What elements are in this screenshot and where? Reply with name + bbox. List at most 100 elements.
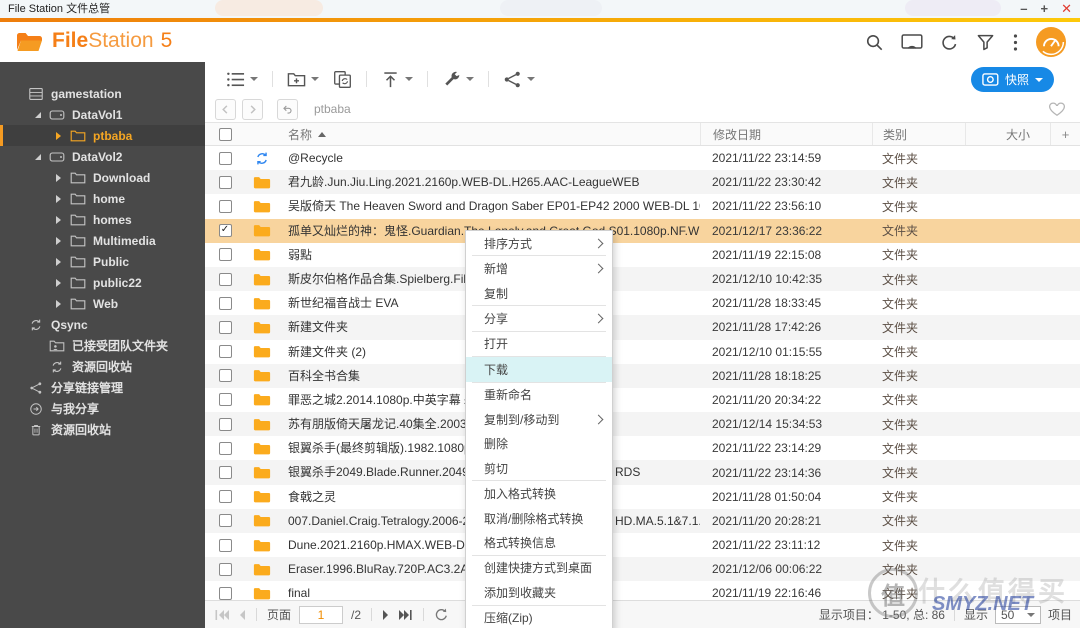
table-row[interactable]: Eraser.1996.BluRay.720P.AC3.2Audio.x26 20… (205, 557, 1080, 582)
row-checkbox[interactable] (218, 514, 232, 528)
tree-expanded-icon[interactable] (33, 112, 42, 118)
column-header-type[interactable]: 类别 (872, 123, 965, 145)
row-checkbox[interactable] (218, 538, 232, 552)
context-menu-item-transcode-info[interactable]: 格式转换信息 (466, 530, 612, 554)
tree-expanded-icon[interactable] (33, 154, 42, 160)
next-page-button[interactable] (382, 609, 390, 621)
search-icon[interactable] (865, 33, 884, 52)
tree-collapsed-icon[interactable] (54, 195, 63, 203)
row-checkbox[interactable] (218, 417, 232, 431)
create-folder-button[interactable] (280, 62, 326, 96)
sidebar-item-multimedia[interactable]: Multimedia (0, 230, 205, 251)
previous-page-button[interactable] (238, 609, 246, 621)
user-avatar-dashboard-icon[interactable] (1036, 27, 1066, 57)
select-all-checkbox[interactable] (205, 123, 245, 145)
sidebar-item-qsync-team-folders[interactable]: 已接受团队文件夹 (0, 335, 205, 356)
minimize-button[interactable]: – (1020, 0, 1027, 18)
row-checkbox[interactable] (218, 586, 232, 600)
context-menu-item-copy-move-to[interactable]: 复制到/移动到 (466, 407, 612, 431)
tree-collapsed-icon[interactable] (54, 300, 63, 308)
table-row[interactable]: @Recycle 2021/11/22 23:14:59 文件夹 (205, 146, 1080, 170)
row-checkbox[interactable] (218, 441, 232, 455)
row-checkbox[interactable] (218, 369, 232, 383)
list-view-button[interactable] (219, 62, 265, 96)
context-menu-item-share[interactable]: 分享 (466, 306, 612, 330)
row-checkbox[interactable] (218, 466, 232, 480)
column-header-name[interactable]: 名称 (285, 123, 700, 145)
page-number-input[interactable] (299, 605, 344, 624)
maximize-button[interactable]: + (1041, 0, 1049, 18)
tree-collapsed-icon[interactable] (54, 258, 63, 266)
context-menu-item-rename[interactable]: 重新命名 (466, 383, 612, 407)
table-row[interactable]: 银翼杀手(最终剪辑版).1982.1080p.国英双 2021/11/22 23:… (205, 436, 1080, 460)
favorite-heart-icon[interactable] (1048, 100, 1066, 117)
row-checkbox[interactable] (218, 393, 232, 407)
refresh-list-button[interactable] (434, 607, 449, 622)
tree-collapsed-icon[interactable] (54, 216, 63, 224)
table-row[interactable]: 新建文件夹 (2) 2021/12/10 01:15:55 文件夹 (205, 340, 1080, 364)
context-menu-item-cancel-delete-transcode[interactable]: 取消/删除格式转换 (466, 506, 612, 530)
sidebar-item-public[interactable]: Public (0, 251, 205, 272)
row-checkbox[interactable] (218, 199, 232, 213)
row-checkbox[interactable] (218, 320, 232, 334)
table-row[interactable]: 食戟之灵 2021/11/28 01:50:04 文件夹 (205, 485, 1080, 509)
row-checkbox[interactable] (218, 175, 232, 189)
row-checkbox[interactable] (218, 151, 232, 165)
table-row[interactable]: 银翼杀手2049.Blade.Runner.2049.2017.B RDS 2021… (205, 460, 1080, 485)
sidebar-item-ptbaba[interactable]: ptbaba (0, 125, 205, 146)
context-menu-item-compress-zip[interactable]: 压缩(Zip) (466, 606, 612, 628)
up-one-level-button[interactable] (277, 98, 298, 120)
table-row[interactable]: 新建文件夹 2021/11/28 17:42:26 文件夹 (205, 315, 1080, 340)
row-checkbox[interactable]: ✓ (218, 224, 232, 238)
table-row[interactable]: 吴版倚天 The Heaven Sword and Dragon Saber E… (205, 194, 1080, 218)
sidebar-item-qsync[interactable]: Qsync (0, 314, 205, 335)
first-page-button[interactable] (215, 609, 230, 621)
context-menu-item-open[interactable]: 打开 (466, 332, 612, 356)
table-row[interactable]: 苏有朋版倚天屠龙记.40集全.2003.简繁中 2021/12/14 15:34:… (205, 412, 1080, 437)
upload-button[interactable] (374, 62, 420, 96)
table-row[interactable]: 弱點 2021/11/19 22:15:08 文件夹 (205, 243, 1080, 267)
context-menu-item-new[interactable]: 新增 (466, 256, 612, 280)
table-row[interactable]: Dune.2021.2160p.HMAX.WEB-DL.HDR.H 2021/11… (205, 533, 1080, 557)
column-header-size[interactable]: 大小 (965, 123, 1050, 145)
sidebar-item-recycle-bin[interactable]: 资源回收站 (0, 419, 205, 440)
context-menu-item-copy[interactable]: 复制 (466, 281, 612, 305)
sidebar-item-datavol2[interactable]: DataVol2 (0, 146, 205, 167)
context-menu-item-download[interactable]: 下载 (466, 357, 612, 382)
breadcrumb[interactable]: ptbaba (314, 102, 351, 116)
context-menu-item-cut[interactable]: 剪切 (466, 456, 612, 480)
table-row[interactable]: 君九龄.Jun.Jiu.Ling.2021.2160p.WEB-DL.H265.… (205, 170, 1080, 195)
more-options-icon[interactable] (1012, 33, 1019, 52)
close-button[interactable]: ✕ (1061, 0, 1072, 18)
tree-collapsed-icon[interactable] (54, 237, 63, 245)
sidebar-item-gamestation[interactable]: gamestation (0, 83, 205, 104)
filter-icon[interactable] (976, 33, 995, 52)
forward-button[interactable] (242, 98, 263, 120)
row-checkbox[interactable] (218, 272, 232, 286)
context-menu-item-add-to-favorites[interactable]: 添加到收藏夹 (466, 580, 612, 604)
sidebar-item-homes[interactable]: homes (0, 209, 205, 230)
sidebar-item-share-link-manager[interactable]: 分享链接管理 (0, 377, 205, 398)
page-size-select[interactable]: 50 (994, 605, 1041, 624)
column-header-date[interactable]: 修改日期 (700, 123, 872, 145)
table-row[interactable]: ✓孤单又灿烂的神：鬼怪.Guardian.The.Lonely.and.Grea… (205, 218, 1080, 243)
sidebar-item-home[interactable]: home (0, 188, 205, 209)
table-row[interactable]: 百科全书合集 2021/11/28 18:18:25 文件夹 (205, 363, 1080, 388)
sidebar-item-qsync-recycle[interactable]: 资源回收站 (0, 356, 205, 377)
table-row[interactable]: 罪恶之城2.2014.1080p.中英字幕 £ CMCT 2021/11/20 2… (205, 388, 1080, 412)
tree-collapsed-icon[interactable] (54, 174, 63, 182)
table-row[interactable]: 新世纪福音战士 EVA 2021/11/28 18:33:45 文件夹 (205, 291, 1080, 315)
sidebar-item-shared-with-me[interactable]: 与我分享 (0, 398, 205, 419)
screen-cast-icon[interactable] (901, 33, 923, 52)
row-checkbox[interactable] (218, 296, 232, 310)
context-menu-item-sort-by[interactable]: 排序方式 (466, 231, 612, 255)
context-menu-item-add-transcode[interactable]: 加入格式转换 (466, 481, 612, 505)
context-menu-item-create-desktop-shortcut[interactable]: 创建快捷方式到桌面 (466, 556, 612, 580)
row-checkbox[interactable] (218, 345, 232, 359)
tree-collapsed-icon[interactable] (54, 132, 63, 140)
tools-button[interactable] (435, 62, 481, 96)
sidebar-item-download[interactable]: Download (0, 167, 205, 188)
table-row[interactable]: 斯皮尔伯格作品合集.Spielberg.Film.Colle 2021/12/10… (205, 266, 1080, 292)
add-column-button[interactable]: + (1050, 123, 1080, 145)
tree-collapsed-icon[interactable] (54, 279, 63, 287)
